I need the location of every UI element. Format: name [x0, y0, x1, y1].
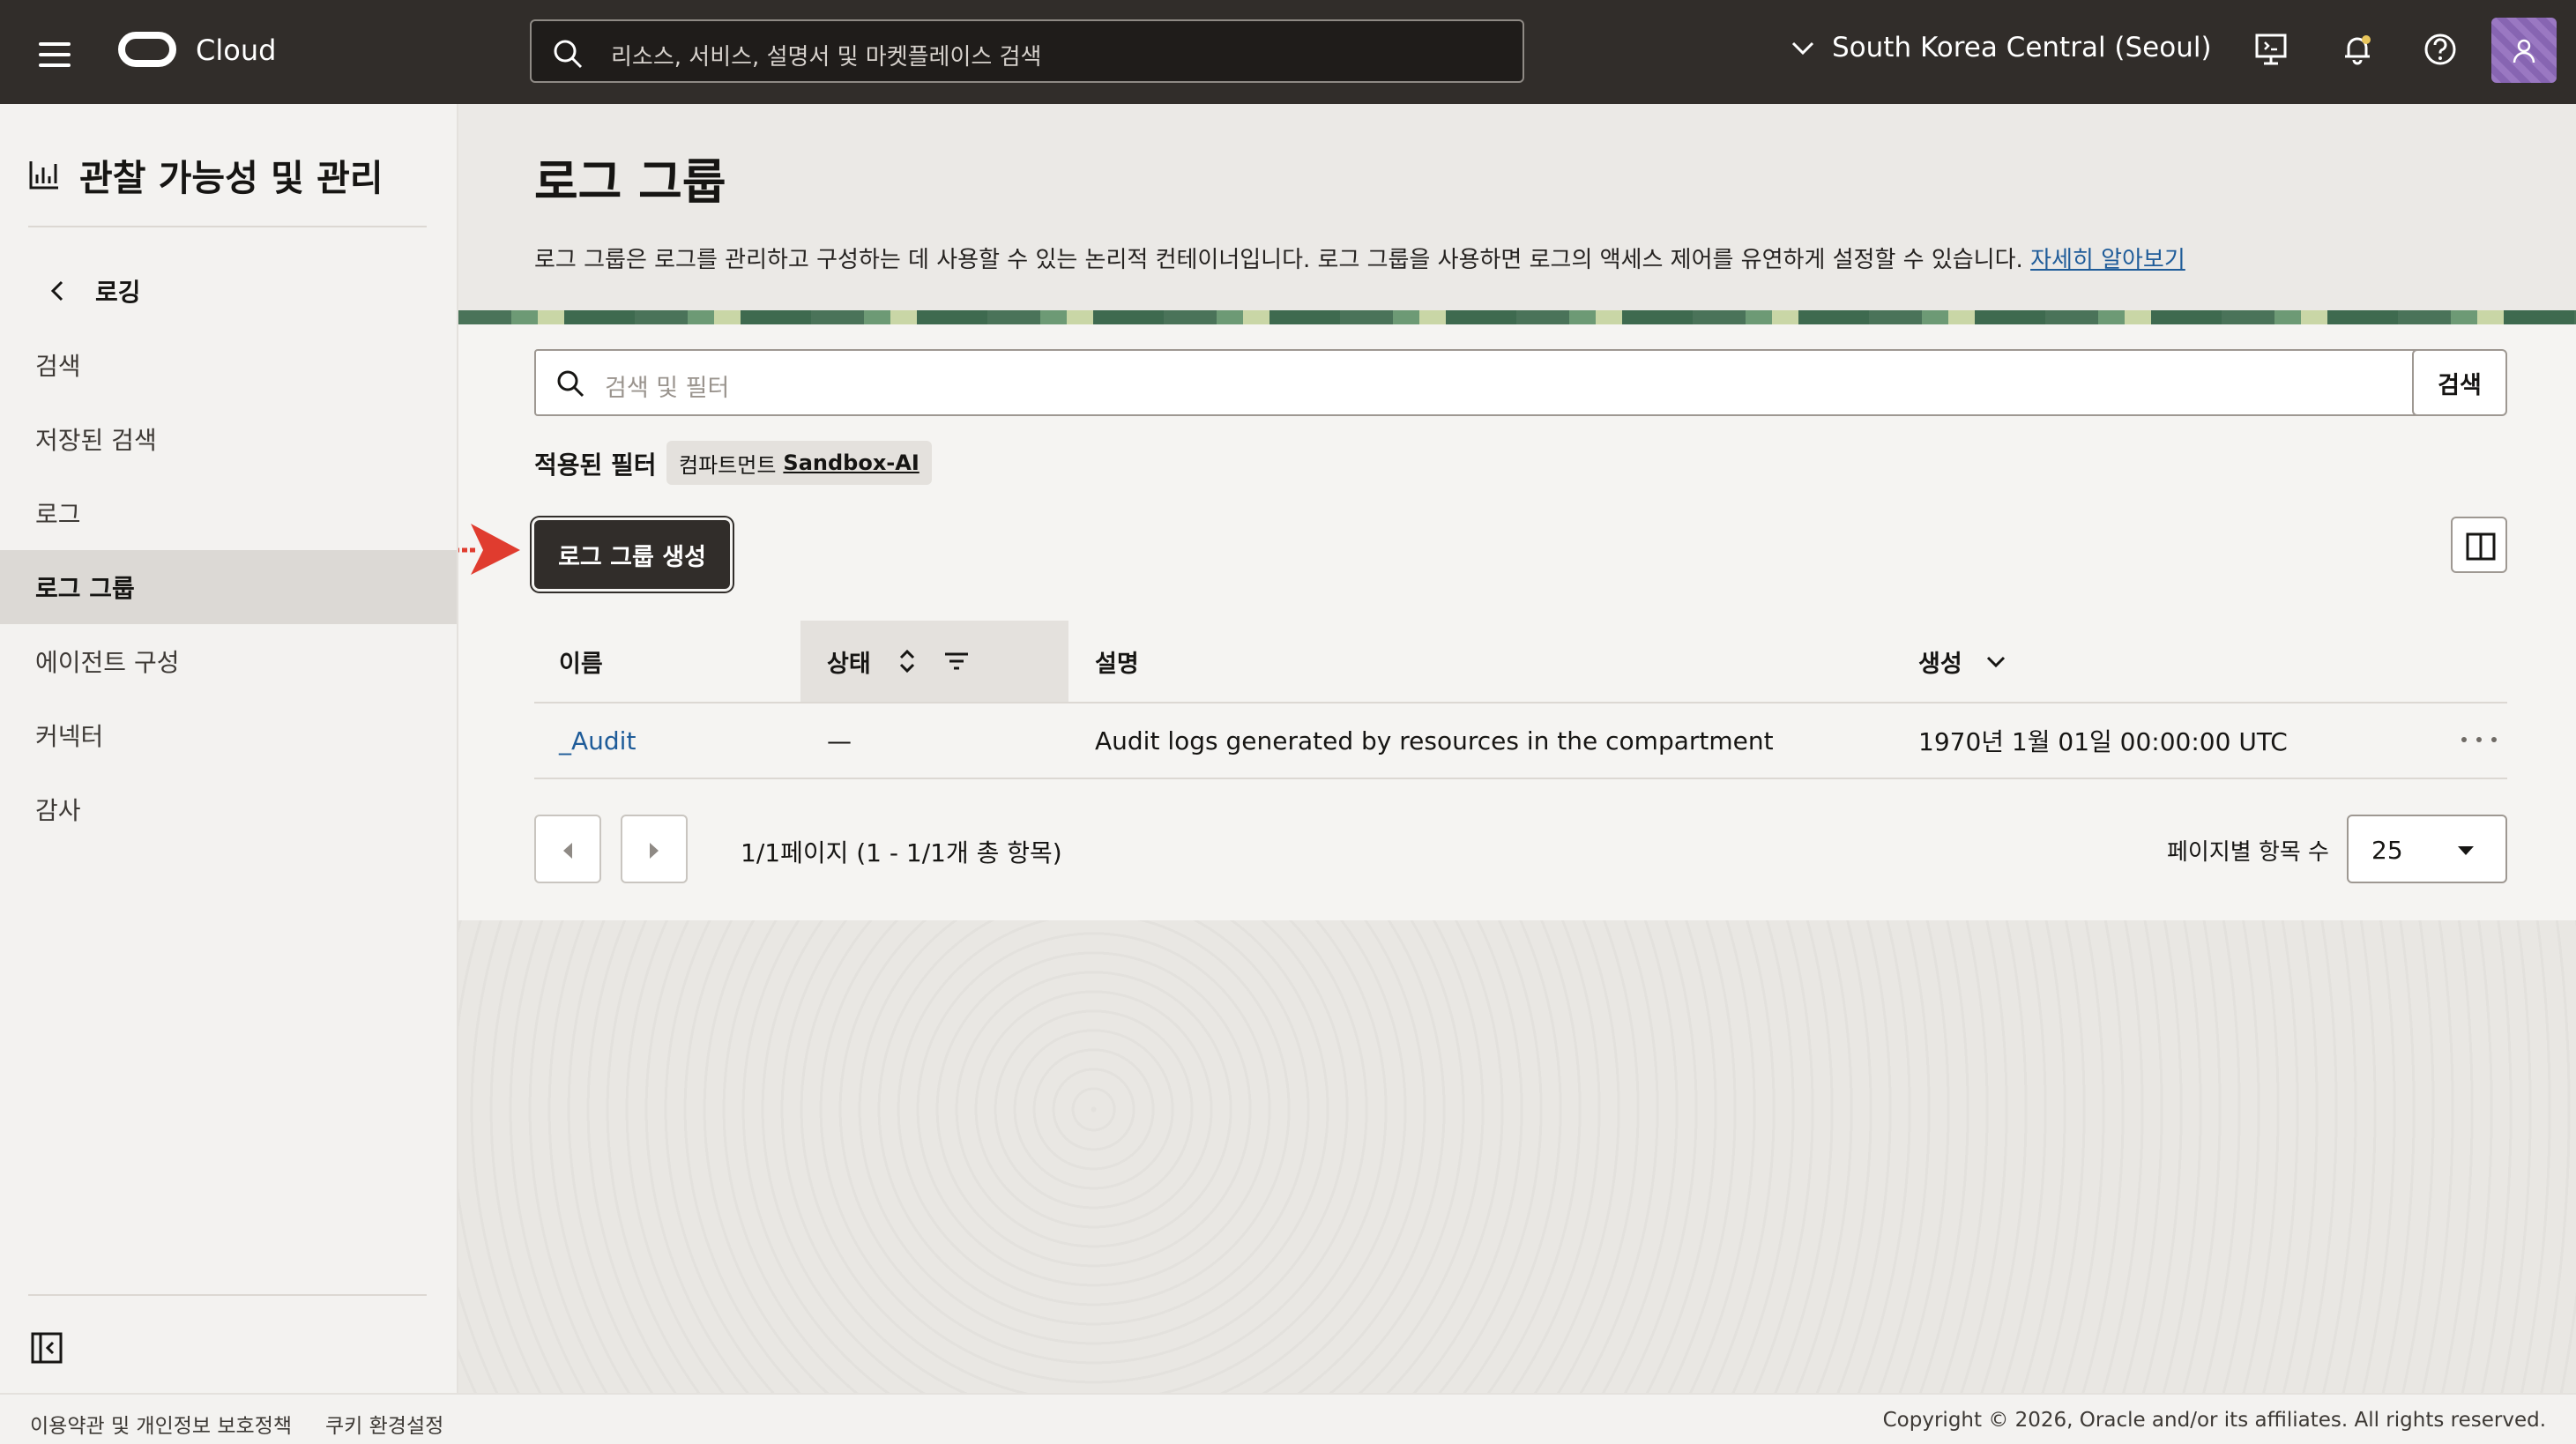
- column-header-label: 상태: [827, 650, 871, 678]
- copyright-text: Copyright © 2026, Oracle and/or its affi…: [1882, 1409, 2546, 1432]
- filter-chip-key: 컴파트먼트: [679, 452, 777, 478]
- sidebar-title: 관찰 가능성 및 관리: [79, 157, 383, 199]
- pagination-summary: 1/1페이지 (1 - 1/1개 총 항목): [741, 838, 1062, 867]
- column-header-status[interactable]: 상태: [800, 621, 1068, 702]
- column-header-created[interactable]: 생성: [1892, 621, 2245, 702]
- page-description: 로그 그룹은 로그를 관리하고 구성하는 데 사용할 수 있는 논리적 컨테이너…: [534, 242, 2185, 274]
- previous-page-button[interactable]: [534, 815, 601, 883]
- page-title: 로그 그룹: [534, 154, 726, 210]
- region-name: South Korea Central (Seoul): [1832, 32, 2212, 63]
- next-page-button[interactable]: [621, 815, 688, 883]
- sidebar-header: 관찰 가능성 및 관리: [28, 148, 383, 201]
- column-header-name[interactable]: 이름: [534, 621, 800, 702]
- main-content: 로그 그룹 로그 그룹은 로그를 관리하고 구성하는 데 사용할 수 있는 논리…: [458, 104, 2576, 1393]
- row-actions-menu-icon[interactable]: [2461, 726, 2497, 753]
- global-search-input[interactable]: 리소스, 서비스, 설명서 및 마켓플레이스 검색: [530, 19, 1524, 83]
- description-cell: Audit logs generated by resources in the…: [1095, 726, 1774, 755]
- log-groups-panel: 검색 및 필터 검색 적용된 필터 컴파트먼트 Sandbox-AI 로그 그룹…: [458, 324, 2576, 920]
- brand-name: Cloud: [196, 33, 277, 67]
- column-header-label: 이름: [559, 650, 603, 678]
- sidebar-item-label: 감사: [35, 796, 81, 825]
- sidebar-item-label: 저장된 검색: [35, 426, 157, 455]
- notifications-bell-icon[interactable]: [2340, 32, 2375, 67]
- chevron-down-icon[interactable]: [1985, 652, 2006, 670]
- search-icon: [557, 370, 584, 398]
- sidebar-item-log-groups[interactable]: 로그 그룹: [0, 550, 457, 624]
- global-search-placeholder: 리소스, 서비스, 설명서 및 마켓플레이스 검색: [611, 44, 1042, 71]
- page-description-text: 로그 그룹은 로그를 관리하고 구성하는 데 사용할 수 있는 논리적 컨테이너…: [534, 247, 2023, 273]
- collapse-sidebar-icon[interactable]: [30, 1331, 63, 1365]
- columns-icon: [2466, 532, 2496, 561]
- footer: 이용약관 및 개인정보 보호정책 쿠키 환경설정 Copyright © 202…: [0, 1393, 2576, 1444]
- sidebar-item-logs[interactable]: 로그: [0, 476, 457, 550]
- background-texture: [458, 920, 2576, 1393]
- sidebar-item-label: 커넥터: [35, 722, 104, 751]
- column-header-label: 설명: [1095, 650, 1139, 678]
- created-cell: 1970년 1월 01일 00:00:00 UTC: [1918, 727, 2288, 756]
- search-button[interactable]: 검색: [2412, 349, 2507, 416]
- user-icon: [2513, 39, 2535, 63]
- top-bar: Cloud 리소스, 서비스, 설명서 및 마켓플레이스 검색 South Ko…: [0, 0, 2576, 104]
- sidebar-item-label: 에이전트 구성: [35, 648, 180, 677]
- sidebar-item-connectors[interactable]: 커넥터: [0, 698, 457, 772]
- sidebar: 관찰 가능성 및 관리 로깅 검색 저장된 검색 로그 로그 그룹 에이전트 구…: [0, 104, 458, 1393]
- sidebar-item-label: 로그: [35, 500, 81, 529]
- filter-search-input[interactable]: 검색 및 필터: [534, 349, 2491, 416]
- sidebar-item-label: 로그 그룹: [35, 574, 135, 603]
- sort-icon[interactable]: [897, 647, 917, 675]
- status-cell: —: [827, 726, 852, 755]
- page-header: 로그 그룹 로그 그룹은 로그를 관리하고 구성하는 데 사용할 수 있는 논리…: [458, 104, 2576, 310]
- oracle-logo-icon[interactable]: [118, 32, 176, 67]
- developer-tools-icon[interactable]: [2253, 32, 2289, 67]
- pagination: 1/1페이지 (1 - 1/1개 총 항목) 페이지별 항목 수 25: [534, 815, 2507, 883]
- chart-icon: [29, 161, 58, 190]
- help-icon[interactable]: [2423, 32, 2458, 67]
- column-header-description[interactable]: 설명: [1068, 621, 1880, 702]
- chevron-left-icon: [50, 280, 63, 301]
- sidebar-item-label: 검색: [35, 352, 81, 381]
- learn-more-link[interactable]: 자세히 알아보기: [2030, 247, 2185, 273]
- caret-down-icon: [2458, 846, 2474, 855]
- cookie-preferences-link[interactable]: 쿠키 환경설정: [325, 1409, 443, 1439]
- page-size-value: 25: [2371, 836, 2403, 865]
- filter-search-placeholder: 검색 및 필터: [605, 375, 730, 402]
- sidebar-item-agent-config[interactable]: 에이전트 구성: [0, 624, 457, 698]
- page-size-label: 페이지별 항목 수: [2167, 839, 2329, 866]
- column-header-label: 생성: [1918, 650, 1962, 678]
- sidebar-divider: [28, 1294, 427, 1296]
- sidebar-item-saved-searches[interactable]: 저장된 검색: [0, 402, 457, 476]
- log-group-name-link[interactable]: _Audit: [559, 726, 636, 755]
- column-settings-button[interactable]: [2451, 517, 2507, 573]
- sidebar-divider: [28, 226, 427, 227]
- search-icon: [554, 40, 583, 69]
- sidebar-item-audit[interactable]: 감사: [0, 772, 457, 846]
- user-avatar[interactable]: [2491, 18, 2557, 83]
- filter-icon[interactable]: [943, 651, 970, 672]
- menu-icon[interactable]: [39, 42, 71, 67]
- log-group-name-cell: _Audit: [559, 703, 636, 778]
- decorative-banner: [458, 310, 2576, 324]
- page-size-select[interactable]: 25: [2347, 815, 2507, 883]
- chevron-down-icon: [1791, 41, 1814, 56]
- caret-left-icon: [563, 843, 572, 859]
- table-header-row: 이름 상태 설명 생성: [534, 621, 2507, 703]
- log-groups-table: 이름 상태 설명 생성 _Audit — Audit logs generate…: [534, 621, 2507, 779]
- sidebar-back-label: 로깅: [95, 278, 141, 307]
- applied-filters-label: 적용된 필터: [534, 450, 657, 480]
- region-selector[interactable]: South Korea Central (Seoul): [1790, 32, 2212, 63]
- caret-right-icon: [650, 843, 659, 859]
- sidebar-back-logging[interactable]: 로깅: [49, 273, 141, 309]
- filter-chip-value[interactable]: Sandbox-AI: [783, 450, 919, 475]
- terms-privacy-link[interactable]: 이용약관 및 개인정보 보호정책: [30, 1409, 292, 1439]
- annotation-arrow-icon: [458, 524, 520, 575]
- sidebar-item-search[interactable]: 검색: [0, 328, 457, 402]
- compartment-filter-chip[interactable]: 컴파트먼트 Sandbox-AI: [666, 441, 932, 485]
- create-log-group-button[interactable]: 로그 그룹 생성: [534, 520, 730, 589]
- table-row: _Audit — Audit logs generated by resourc…: [534, 703, 2507, 779]
